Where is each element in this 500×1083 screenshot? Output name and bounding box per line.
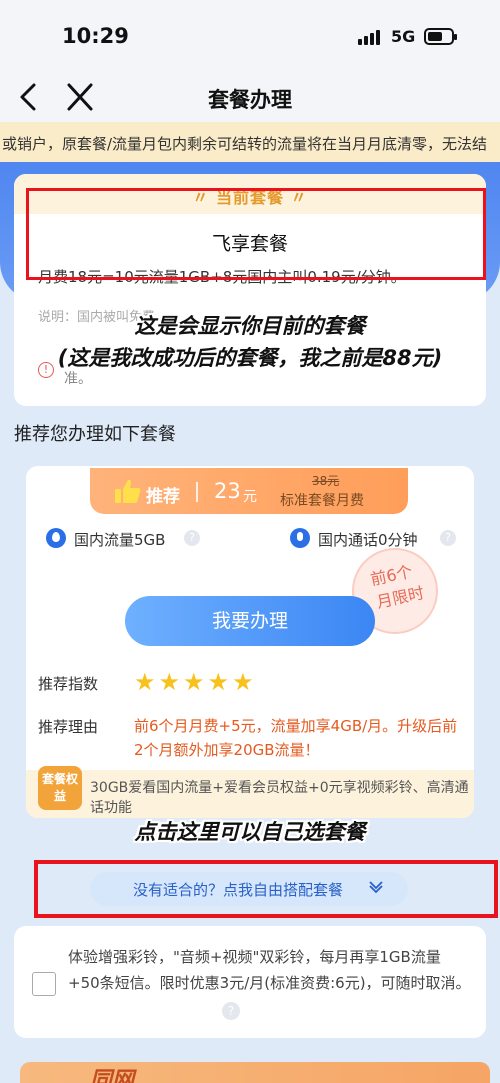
signal-icon (358, 29, 384, 45)
perk-badge: 套餐权益 (38, 766, 82, 810)
status-time: 10:29 (62, 24, 129, 48)
recommend-label: 推荐 (146, 487, 180, 507)
standard-price: 38元 (312, 474, 340, 488)
question-icon[interactable]: ? (440, 530, 456, 546)
section-title: 推荐您办理如下套餐 (14, 424, 176, 445)
annotation-text-2: (这是我改成功后的套餐，我之前是88元) (57, 346, 443, 370)
recommend-price-unit: 元 (243, 489, 257, 505)
page-title: 套餐办理 (208, 88, 292, 112)
addon-checkbox[interactable] (32, 972, 56, 996)
recommend-divider (196, 482, 198, 502)
apply-button[interactable]: 我要办理 (125, 596, 375, 646)
question-icon[interactable]: ? (222, 1002, 240, 1020)
rating-label: 推荐指数 (38, 675, 99, 693)
water-drop-icon (46, 528, 66, 548)
star-rating: ★★★★★ (134, 668, 257, 696)
annotation-text-3: 点击这里可以自己选套餐 (134, 820, 366, 844)
feature-calls: 国内通话0分钟 (318, 531, 418, 549)
chevron-down-icon[interactable] (368, 878, 384, 894)
battery-icon (424, 28, 457, 45)
perk-text: 30GB爱看国内流量+爱看会员权益+0元享视频彩铃、高清通话功能 (90, 780, 469, 816)
annotation-box-current (26, 188, 486, 280)
feature-data: 国内流量5GB (74, 531, 166, 549)
addon-text: 体验增强彩铃，"音频+视频"双彩铃，每月再享1GB流量+50条短信。限时优惠3元… (68, 948, 471, 992)
promo-text: 同网 (90, 1068, 135, 1083)
reason-text: 前6个月月费+5元，流量加享4GB/月。升级后前2个月额外加享20GB流量！ (134, 717, 458, 759)
microphone-icon (290, 528, 310, 548)
annotation-text-1: 这是会显示你目前的套餐 (134, 314, 366, 338)
notice-bar: 或销户，原套餐/流量月包内剩余可结转的流量将在当月月底清零，无法结 (0, 122, 500, 162)
network-type: 5G (391, 27, 416, 46)
notice-text: 或销户，原套餐/流量月包内剩余可结转的流量将在当月月底清零，无法结 (2, 135, 488, 153)
standard-price-label: 标准套餐月费 (280, 493, 364, 509)
diy-plan-label[interactable]: 没有适合的？点我自由搭配套餐 (90, 879, 386, 900)
question-icon[interactable]: ? (184, 530, 200, 546)
thumbs-up-icon (115, 479, 141, 503)
recommend-price: 23 (214, 479, 241, 503)
reason-label: 推荐理由 (38, 718, 99, 736)
